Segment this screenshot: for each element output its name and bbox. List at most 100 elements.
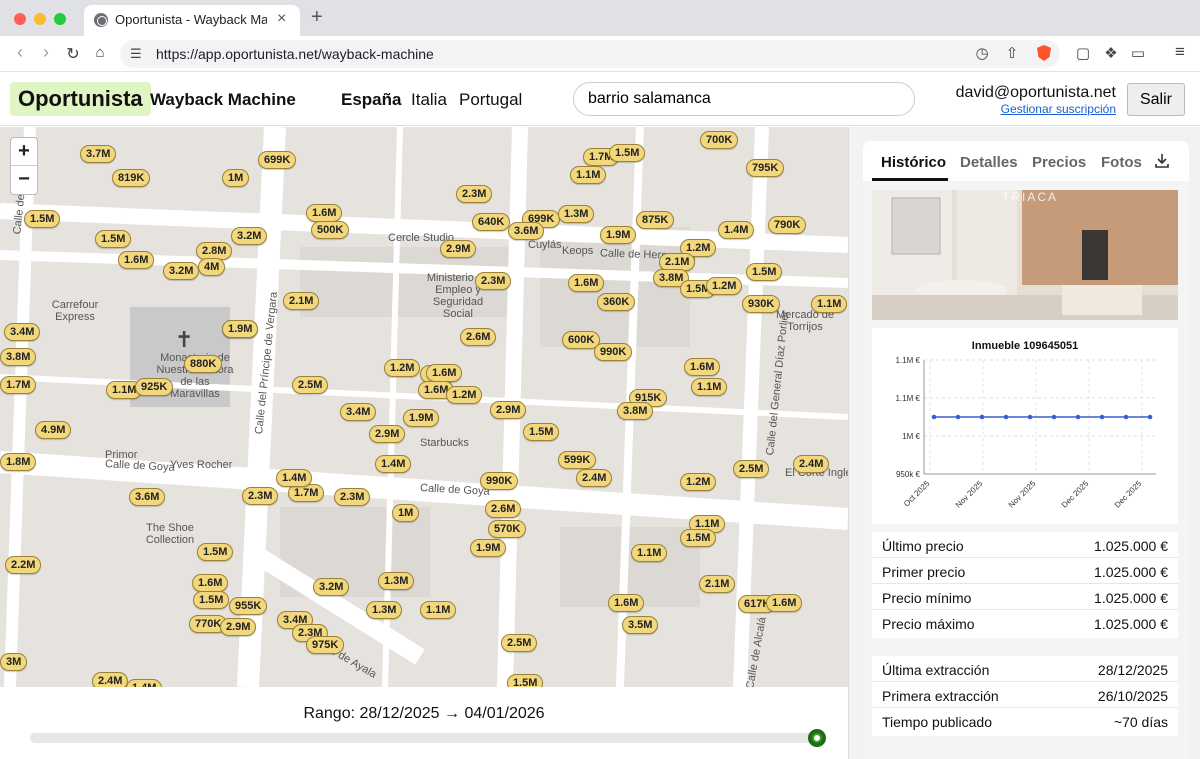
price-marker[interactable]: 1.6M xyxy=(306,204,343,222)
price-marker[interactable]: 1.5M xyxy=(193,591,230,609)
tab-historico[interactable]: Histórico xyxy=(881,154,946,171)
map[interactable]: ✝ Calle de Goya Calle de Goya Calle de H… xyxy=(0,127,848,687)
share-icon[interactable]: ⇧ xyxy=(1002,44,1022,62)
price-marker[interactable]: 4.9M xyxy=(35,421,72,439)
price-marker[interactable]: 1.9M xyxy=(222,320,259,338)
price-marker[interactable]: 1.5M xyxy=(523,423,560,441)
price-marker[interactable]: 1.5M xyxy=(197,543,234,561)
price-marker[interactable]: 1.4M xyxy=(126,679,163,687)
price-marker[interactable]: 2.3M xyxy=(475,272,512,290)
price-marker[interactable]: 1.6M xyxy=(426,364,463,382)
price-marker[interactable]: 930K xyxy=(742,295,781,313)
minimize-window-button[interactable] xyxy=(34,13,46,25)
price-marker[interactable]: 1.5M xyxy=(95,230,132,248)
price-marker[interactable]: 1.6M xyxy=(192,574,229,592)
price-marker[interactable]: 990K xyxy=(594,343,633,361)
price-marker[interactable]: 599K xyxy=(558,451,597,469)
price-marker[interactable]: 2.9M xyxy=(369,425,406,443)
price-marker[interactable]: 1.5M xyxy=(24,210,61,228)
price-marker[interactable]: 1.3M xyxy=(378,572,415,590)
price-marker[interactable]: 2.5M xyxy=(501,634,538,652)
price-marker[interactable]: 3.2M xyxy=(231,227,268,245)
manage-subscription-link[interactable]: Gestionar suscripción xyxy=(1001,102,1116,116)
price-marker[interactable]: 1.1M xyxy=(570,166,607,184)
price-marker[interactable]: 2.3M xyxy=(334,488,371,506)
price-marker[interactable]: 2.9M xyxy=(220,618,257,636)
price-marker[interactable]: 3.2M xyxy=(163,262,200,280)
price-marker[interactable]: 1.1M xyxy=(631,544,668,562)
price-marker[interactable]: 640K xyxy=(472,213,511,231)
price-marker[interactable]: 2.1M xyxy=(283,292,320,310)
price-marker[interactable]: 3.5M xyxy=(622,616,659,634)
home-icon[interactable]: ⌂ xyxy=(90,44,110,61)
price-marker[interactable]: 955K xyxy=(229,597,268,615)
download-icon[interactable] xyxy=(1154,153,1170,169)
price-marker[interactable]: 2.4M xyxy=(576,469,613,487)
price-marker[interactable]: 1.5M xyxy=(680,529,717,547)
price-marker[interactable]: 1.3M xyxy=(558,205,595,223)
price-marker[interactable]: 2.5M xyxy=(733,460,770,478)
price-marker[interactable]: 1.1M xyxy=(691,378,728,396)
price-marker[interactable]: 795K xyxy=(746,159,785,177)
price-marker[interactable]: 1.6M xyxy=(766,594,803,612)
address-bar[interactable]: ☰ https://app.oportunista.net/wayback-ma… xyxy=(120,40,1060,68)
price-marker[interactable]: 1.6M xyxy=(568,274,605,292)
close-icon[interactable]: × xyxy=(277,10,286,28)
country-portugal[interactable]: Portugal xyxy=(459,90,522,110)
logo[interactable]: Oportunista xyxy=(10,82,151,116)
price-marker[interactable]: 2.4M xyxy=(92,672,129,687)
price-marker[interactable]: 1.9M xyxy=(470,539,507,557)
url-text[interactable]: https://app.oportunista.net/wayback-mach… xyxy=(156,46,434,62)
price-marker[interactable]: 570K xyxy=(488,520,527,538)
menu-icon[interactable]: ≡ xyxy=(1170,42,1190,62)
price-marker[interactable]: 1.4M xyxy=(276,469,313,487)
price-marker[interactable]: 2.4M xyxy=(793,455,830,473)
price-marker[interactable]: 1.1M xyxy=(811,295,848,313)
price-marker[interactable]: 1.3M xyxy=(366,601,403,619)
price-marker[interactable]: 1.4M xyxy=(718,221,755,239)
price-marker[interactable]: 1.6M xyxy=(684,358,721,376)
price-marker[interactable]: 1.6M xyxy=(608,594,645,612)
price-marker[interactable]: 1.1M xyxy=(420,601,457,619)
price-marker[interactable]: 1.9M xyxy=(600,226,637,244)
speed-icon[interactable]: ◷ xyxy=(972,44,992,62)
close-window-button[interactable] xyxy=(14,13,26,25)
price-marker[interactable]: 880K xyxy=(184,355,223,373)
country-espana[interactable]: España xyxy=(341,90,401,110)
price-marker[interactable]: 699K xyxy=(258,151,297,169)
price-marker[interactable]: 1.2M xyxy=(706,277,743,295)
price-marker[interactable]: 1.5M xyxy=(507,674,544,687)
price-marker[interactable]: 2.2M xyxy=(5,556,42,574)
price-marker[interactable]: 2.1M xyxy=(699,575,736,593)
price-marker[interactable]: 3M xyxy=(0,653,28,671)
price-marker[interactable]: 3.4M xyxy=(4,323,41,341)
extensions-icon[interactable]: ❖ xyxy=(1101,44,1121,62)
tab-detalles[interactable]: Detalles xyxy=(960,154,1018,171)
price-marker[interactable]: 1M xyxy=(392,504,420,522)
range-slider-track[interactable] xyxy=(30,733,823,743)
price-marker[interactable]: 990K xyxy=(480,472,519,490)
range-slider-thumb[interactable] xyxy=(808,729,826,747)
price-marker[interactable]: 1.9M xyxy=(403,409,440,427)
price-marker[interactable]: 2.6M xyxy=(460,328,497,346)
price-marker[interactable]: 3.6M xyxy=(129,488,166,506)
price-marker[interactable]: 2.9M xyxy=(440,240,477,258)
price-marker[interactable]: 1M xyxy=(222,169,250,187)
logout-button[interactable]: Salir xyxy=(1127,83,1185,116)
wallet-icon[interactable]: ▭ xyxy=(1128,44,1148,62)
price-marker[interactable]: 3.7M xyxy=(80,145,117,163)
price-marker[interactable]: 1.2M xyxy=(384,359,421,377)
price-marker[interactable]: 1.6M xyxy=(118,251,155,269)
price-marker[interactable]: 2.6M xyxy=(485,500,522,518)
reload-icon[interactable]: ↻ xyxy=(63,44,83,64)
price-marker[interactable]: 1.5M xyxy=(609,144,646,162)
back-icon[interactable]: ‹ xyxy=(10,42,30,63)
price-marker[interactable]: 3.8M xyxy=(617,402,654,420)
price-marker[interactable]: 1.5M xyxy=(746,263,783,281)
search-input[interactable] xyxy=(573,82,915,116)
price-marker[interactable]: 875K xyxy=(636,211,675,229)
browser-tab[interactable]: Oportunista - Wayback Machine × xyxy=(84,5,300,36)
zoom-out-button[interactable]: − xyxy=(11,166,37,194)
price-marker[interactable]: 4M xyxy=(198,258,226,276)
forward-icon[interactable]: › xyxy=(36,42,56,63)
